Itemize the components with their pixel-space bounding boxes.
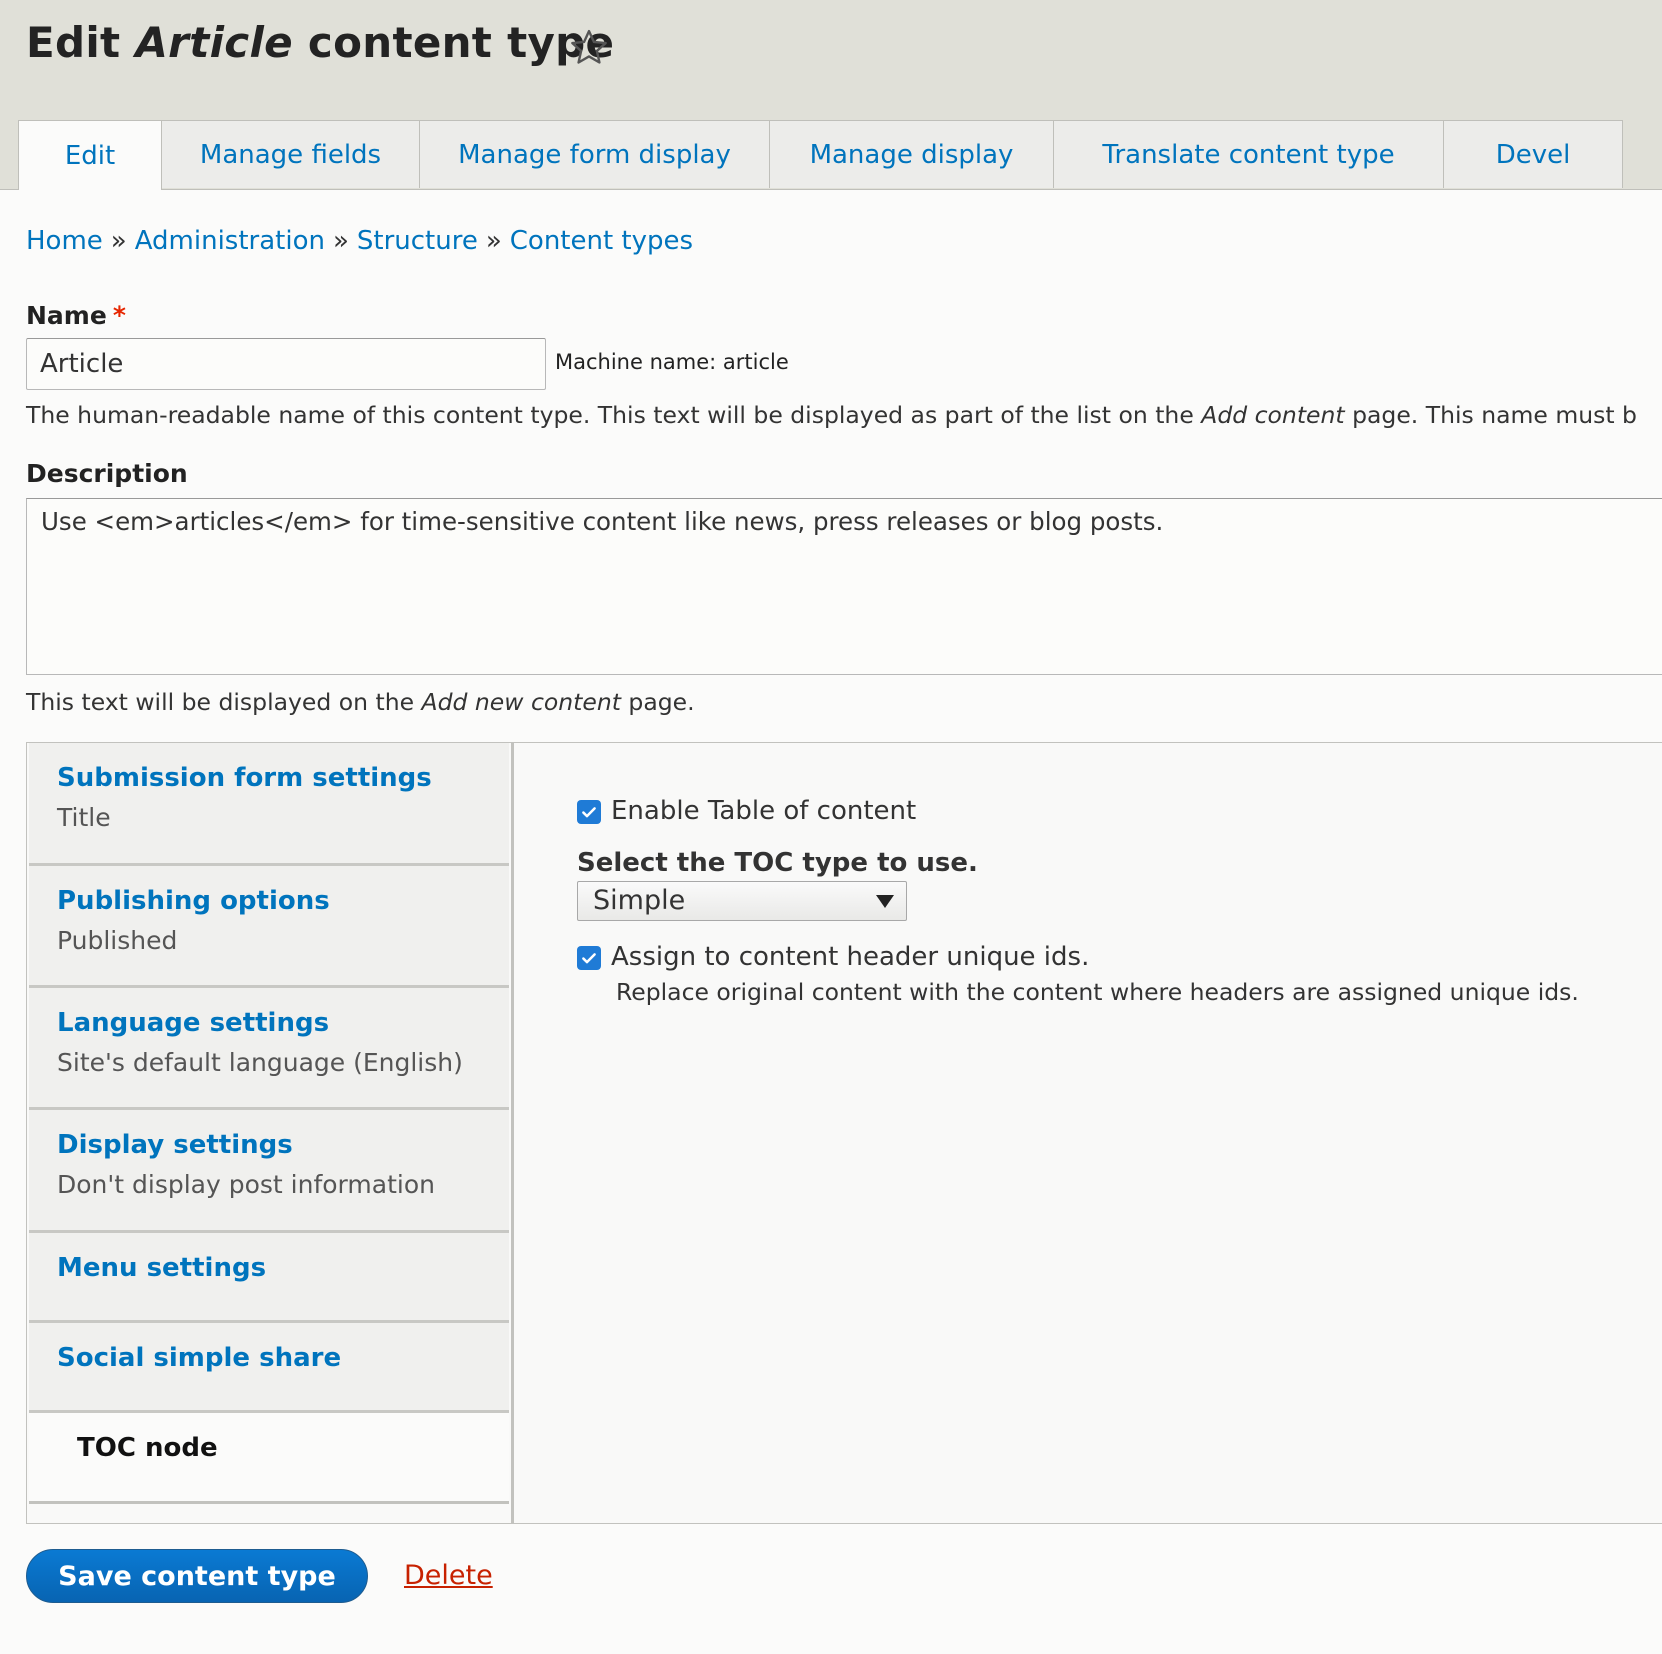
breadcrumb-separator: » xyxy=(110,226,127,256)
required-marker: * xyxy=(112,301,126,330)
breadcrumb-content-types[interactable]: Content types xyxy=(510,226,693,256)
breadcrumb-administration[interactable]: Administration xyxy=(135,226,325,256)
checkmark-icon xyxy=(582,807,596,818)
tab-manage-form-display[interactable]: Manage form display xyxy=(419,120,770,188)
caret-down-icon xyxy=(876,895,894,908)
vertical-tabs-menu: Submission form settings Title Publishin… xyxy=(27,743,514,1523)
delete-link[interactable]: Delete xyxy=(404,1560,493,1591)
name-input[interactable] xyxy=(26,338,546,390)
vtab-summary: Title xyxy=(57,803,111,832)
description-label: Description xyxy=(26,459,188,488)
vtab-publishing-options[interactable]: Publishing options Published xyxy=(29,866,509,988)
primary-tabs: Edit Manage fields Manage form display M… xyxy=(18,120,1623,190)
tab-devel[interactable]: Devel xyxy=(1443,120,1623,188)
breadcrumb-separator: » xyxy=(485,226,502,256)
vtab-summary: Don't display post information xyxy=(57,1170,435,1199)
assign-ids-label[interactable]: Assign to content header unique ids. xyxy=(611,942,1089,972)
name-label: Name * xyxy=(26,301,126,330)
vtab-menu-settings[interactable]: Menu settings xyxy=(29,1233,509,1323)
vtab-social-simple-share[interactable]: Social simple share xyxy=(29,1323,509,1413)
save-content-type-button[interactable]: Save content type xyxy=(26,1549,368,1603)
vtab-summary: Site's default language (English) xyxy=(57,1048,463,1077)
toc-type-select[interactable]: Simple xyxy=(577,881,907,921)
vtab-title: Language settings xyxy=(57,1008,330,1038)
toc-type-value: Simple xyxy=(593,885,686,916)
vtab-submission-form-settings[interactable]: Submission form settings Title xyxy=(29,743,509,866)
vtab-language-settings[interactable]: Language settings Site's default languag… xyxy=(29,988,509,1110)
vtab-title: TOC node xyxy=(77,1433,218,1463)
breadcrumb-separator: » xyxy=(332,226,349,256)
description-help-text: This text will be displayed on the Add n… xyxy=(26,688,695,716)
tab-manage-display[interactable]: Manage display xyxy=(769,120,1054,188)
vtab-title: Social simple share xyxy=(57,1343,342,1373)
breadcrumb-structure[interactable]: Structure xyxy=(357,226,478,256)
tab-manage-fields[interactable]: Manage fields xyxy=(161,120,420,188)
enable-toc-label[interactable]: Enable Table of content xyxy=(611,796,916,826)
toc-type-label: Select the TOC type to use. xyxy=(577,848,978,878)
machine-name: Machine name: article xyxy=(555,350,789,374)
star-outline-icon[interactable] xyxy=(567,26,611,70)
breadcrumb: Home» Administration» Structure» Content ty… xyxy=(26,226,693,256)
breadcrumb-home[interactable]: Home xyxy=(26,226,103,256)
tab-translate-content-type[interactable]: Translate content type xyxy=(1053,120,1444,188)
tab-edit[interactable]: Edit xyxy=(18,120,162,190)
page-title: Edit Article content type xyxy=(26,18,615,67)
page-header: Edit Article content type Edit Manage fi… xyxy=(0,0,1662,190)
vtab-summary: Published xyxy=(57,926,178,955)
vtab-title: Menu settings xyxy=(57,1253,267,1283)
vtab-title: Display settings xyxy=(57,1130,293,1160)
vtab-title: Submission form settings xyxy=(57,763,432,793)
vtab-toc-node[interactable]: TOC node xyxy=(29,1413,509,1504)
vtab-display-settings[interactable]: Display settings Don't display post info… xyxy=(29,1110,509,1233)
assign-ids-help: Replace original content with the conten… xyxy=(616,978,1579,1006)
enable-toc-checkbox[interactable] xyxy=(577,800,601,824)
vtab-title: Publishing options xyxy=(57,886,330,916)
assign-ids-checkbox[interactable] xyxy=(577,946,601,970)
checkmark-icon xyxy=(582,953,596,964)
description-textarea[interactable]: Use <em>articles</em> for time-sensitive… xyxy=(26,498,1662,675)
name-help-text: The human-readable name of this content … xyxy=(26,401,1637,429)
